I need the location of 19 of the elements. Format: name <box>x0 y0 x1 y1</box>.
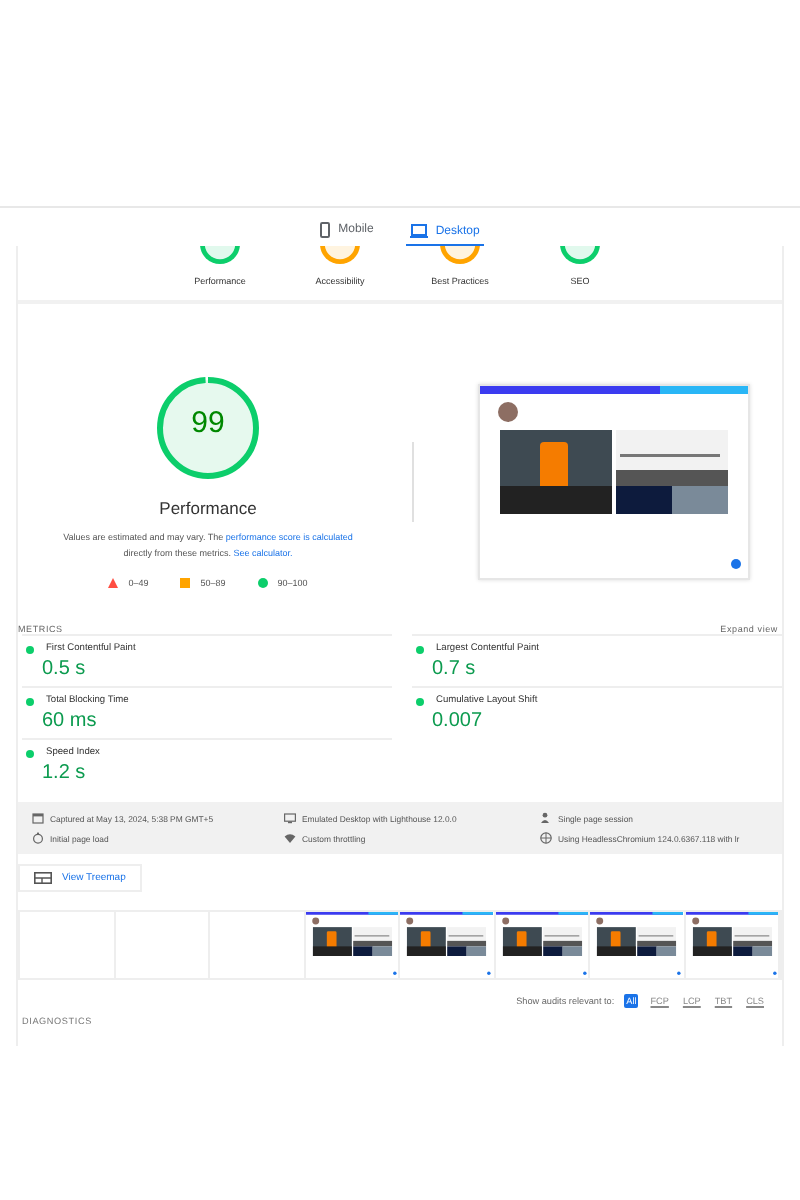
globe-icon <box>540 832 552 844</box>
metric-value: 60 ms <box>42 710 99 732</box>
metric-value: 1.2 s <box>42 762 88 784</box>
calendar-icon <box>32 812 44 824</box>
score-value: 99 <box>189 406 227 440</box>
person-icon <box>540 812 552 824</box>
wifi-icon <box>284 832 296 844</box>
circle-icon <box>257 578 268 588</box>
metric-value: 0.007 <box>432 710 485 732</box>
treemap-icon <box>34 872 52 884</box>
phone-icon <box>320 222 331 238</box>
timer-icon <box>32 832 44 844</box>
metric-value: 0.7 s <box>432 658 478 680</box>
monitor-icon <box>284 812 296 824</box>
metric-value: 0.5 s <box>42 658 88 680</box>
triangle-icon <box>108 578 119 588</box>
laptop-icon <box>409 224 428 238</box>
gauge-title: Performance <box>159 498 257 518</box>
square-icon <box>180 578 191 588</box>
